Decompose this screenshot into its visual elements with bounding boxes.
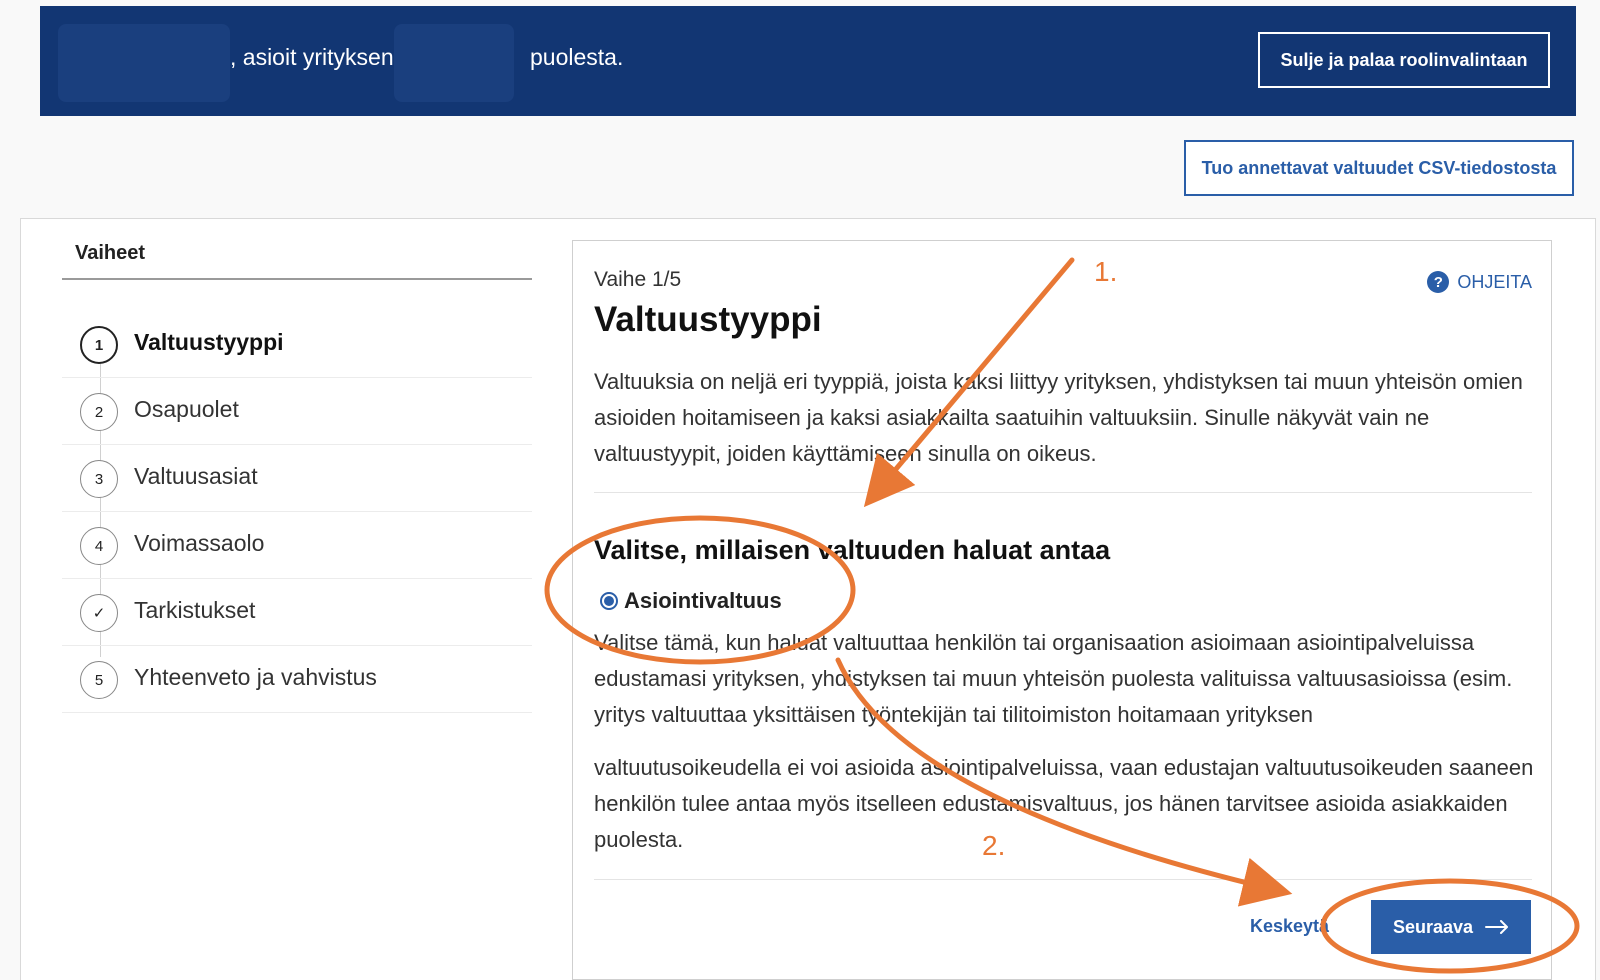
top-banner: , asioit yrityksen puolesta. Sulje ja pa… — [40, 6, 1576, 116]
next-button[interactable]: Seuraava — [1371, 900, 1531, 954]
radio-dot — [604, 596, 614, 606]
step-label: Valtuustyyppi — [134, 329, 284, 355]
checkmark-icon: ✓ — [80, 594, 118, 632]
step-item-osapuolet[interactable]: 2 Osapuolet — [62, 377, 532, 445]
step-label: Tarkistukset — [134, 597, 256, 623]
help-label: OHJEITA — [1457, 271, 1532, 292]
banner-text-middle: , asioit yrityksen — [230, 44, 394, 70]
page-title: Valtuustyyppi — [594, 300, 822, 339]
page: , asioit yrityksen puolesta. Sulje ja pa… — [0, 0, 1600, 980]
step-item-yhteenveto[interactable]: 5 Yhteenveto ja vahvistus — [62, 645, 532, 713]
step-label: Osapuolet — [134, 396, 239, 422]
redacted-user-name — [58, 24, 230, 102]
next-button-label: Seuraava — [1392, 916, 1474, 937]
annotation-label-1: 1. — [1094, 256, 1118, 287]
step-item-valtuusasiat[interactable]: 3 Valtuusasiat — [62, 444, 532, 512]
step-label: Yhteenveto ja vahvistus — [134, 664, 377, 690]
step-number: 4 — [80, 527, 118, 565]
step-number: 2 — [80, 393, 118, 431]
divider — [594, 879, 1532, 880]
step-item-tarkistukset[interactable]: ✓ Tarkistukset — [62, 578, 532, 646]
radio-button-selected[interactable] — [600, 592, 618, 610]
divider — [594, 492, 1532, 493]
option-description-bottom: valtuutusoikeudella ei voi asioida asioi… — [594, 755, 1534, 852]
arrow-right-icon — [1485, 920, 1509, 934]
step-label: Voimassaolo — [134, 530, 265, 556]
step-label: Valtuusasiat — [134, 463, 258, 489]
step-number: 3 — [80, 460, 118, 498]
question-icon: ? — [1427, 271, 1450, 293]
section-heading: Valitse, millaisen valtuuden haluat anta… — [594, 535, 1111, 565]
step-number: 1 — [80, 326, 118, 364]
steps-divider — [62, 278, 532, 280]
phase-indicator: Vaihe 1/5 — [594, 268, 682, 291]
radio-label: Asiointivaltuus — [624, 588, 782, 613]
radio-option-asiointivaltuus[interactable]: Asiointivaltuus — [600, 588, 782, 614]
close-return-to-role-selection-button[interactable]: Sulje ja palaa roolinvalintaan — [1258, 32, 1550, 88]
annotation-label-2: 2. — [982, 830, 1006, 861]
banner-text-end: puolesta. — [530, 44, 624, 70]
step-item-voimassaolo[interactable]: 4 Voimassaolo — [62, 511, 532, 579]
step-item-valtuustyyppi[interactable]: 1 Valtuustyyppi — [62, 310, 532, 378]
help-link[interactable]: ? OHJEITA — [1427, 271, 1532, 293]
steps-title: Vaiheet — [75, 242, 146, 264]
cancel-link[interactable]: Keskeytä — [1250, 916, 1329, 937]
option-description-top: Valitse tämä, kun haluat valtuuttaa henk… — [594, 630, 1513, 727]
step-number: 5 — [80, 661, 118, 699]
import-csv-button[interactable]: Tuo annettavat valtuudet CSV-tiedostosta — [1184, 140, 1574, 196]
redacted-company-name — [394, 24, 514, 102]
intro-text: Valtuuksia on neljä eri tyyppiä, joista … — [594, 369, 1523, 466]
